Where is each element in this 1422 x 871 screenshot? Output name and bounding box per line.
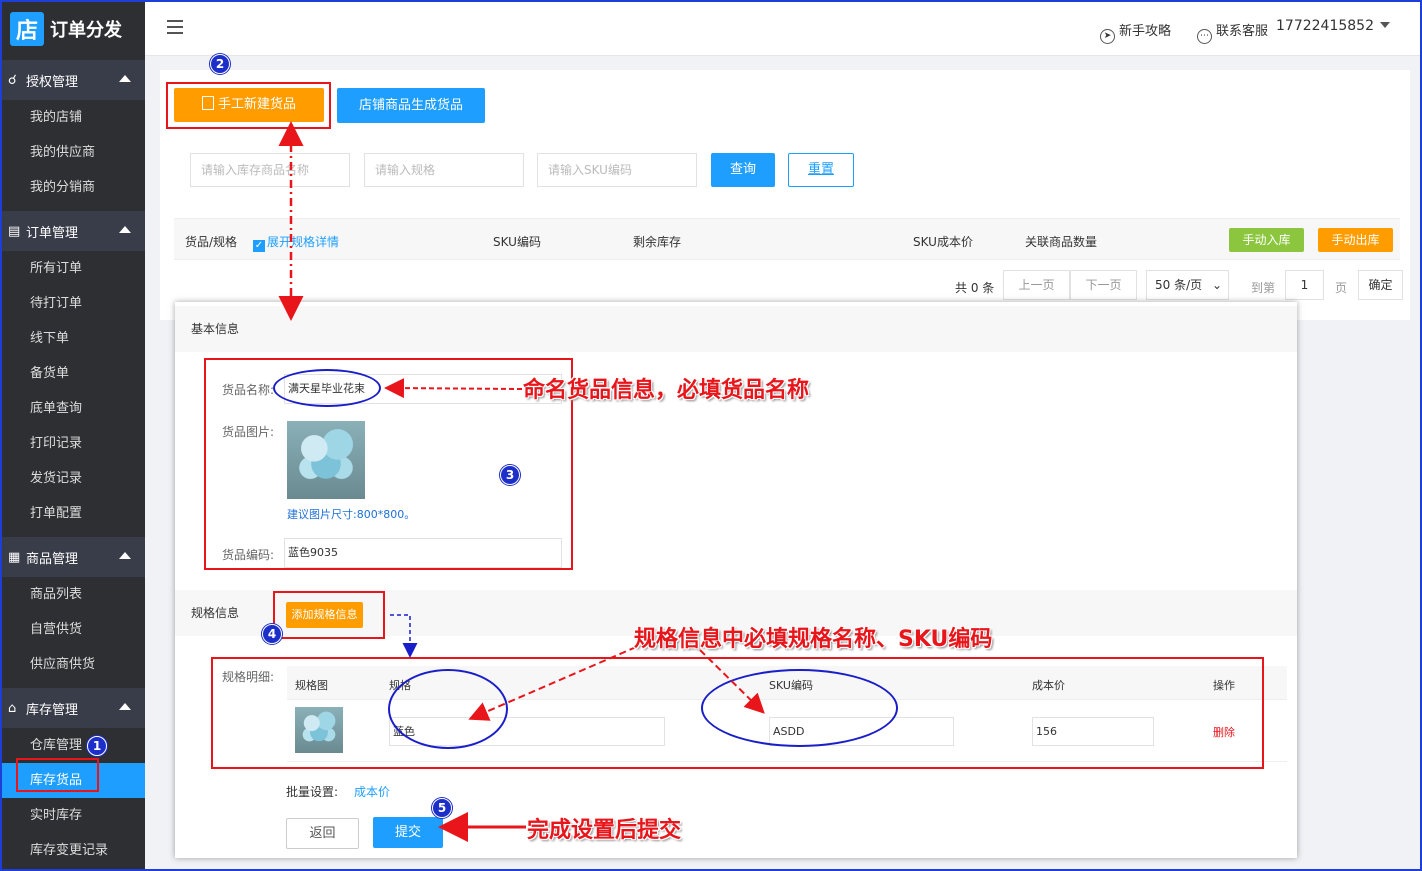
sidebar-item-my-supplier[interactable]: 我的供应商 bbox=[2, 135, 145, 170]
sidebar-item-my-shop[interactable]: 我的店铺 bbox=[2, 100, 145, 135]
step-badge-5: 5 bbox=[432, 798, 452, 818]
annotation-submit: 完成设置后提交 bbox=[527, 818, 682, 843]
sidebar-item-stock-list[interactable]: 备货单 bbox=[2, 356, 145, 391]
guide-link[interactable]: ➤ 新手攻略 bbox=[1100, 20, 1171, 44]
user-menu[interactable]: 17722415852 bbox=[1276, 18, 1390, 34]
home-icon: ⌂ bbox=[8, 700, 17, 716]
menu-toggle-icon[interactable] bbox=[167, 20, 183, 34]
app-logo[interactable]: 店 订单分发 bbox=[2, 2, 145, 56]
next-page-button[interactable]: 下一页 bbox=[1070, 270, 1137, 300]
sidebar-item-print-log[interactable]: 打印记录 bbox=[2, 426, 145, 461]
sidebar-item-stock-changes[interactable]: 库存变更记录 bbox=[2, 833, 145, 868]
page-input[interactable]: 1 bbox=[1285, 270, 1324, 300]
manual-in-button[interactable]: 手动入库 bbox=[1229, 228, 1304, 252]
caret-up-icon bbox=[119, 226, 131, 233]
spec-info-title: 规格信息 bbox=[191, 606, 240, 620]
submit-button[interactable]: 提交 bbox=[373, 817, 443, 848]
chat-icon: ⋯ bbox=[1197, 29, 1212, 44]
sidebar-item-product-list[interactable]: 商品列表 bbox=[2, 577, 145, 612]
step-badge-3: 3 bbox=[500, 465, 520, 485]
user-icon: ☌ bbox=[8, 72, 17, 88]
back-button[interactable]: 返回 bbox=[286, 818, 359, 849]
page-unit-label: 页 bbox=[1335, 281, 1348, 295]
sku-search-input[interactable] bbox=[537, 153, 697, 187]
per-page-select[interactable]: 50 条/页 ⌄ bbox=[1146, 270, 1229, 300]
prev-page-button[interactable]: 上一页 bbox=[1003, 270, 1070, 300]
order-icon: ▤ bbox=[8, 223, 21, 239]
highlight-ellipse-name bbox=[273, 369, 381, 407]
sidebar: 店 订单分发 ☌ 授权管理 我的店铺 我的供应商 我的分销商 ▤ 订单管理 所有… bbox=[2, 2, 145, 869]
sidebar-item-ship-log[interactable]: 发货记录 bbox=[2, 461, 145, 496]
total-count: 共 0 条 bbox=[955, 281, 995, 295]
annotation-name-required: 命名货品信息，必填货品名称 bbox=[523, 378, 810, 403]
sidebar-group-label: 授权管理 bbox=[26, 74, 79, 90]
col-goods: 货品/规格 bbox=[185, 235, 238, 249]
step-badge-2: 2 bbox=[210, 54, 230, 74]
sidebar-item-self-supply[interactable]: 自营供货 bbox=[2, 612, 145, 647]
batch-cost-link[interactable]: 成本价 bbox=[354, 783, 390, 800]
add-spec-button[interactable]: 添加规格信息 bbox=[286, 602, 363, 628]
manual-out-button[interactable]: 手动出库 bbox=[1318, 228, 1393, 252]
expand-spec-toggle[interactable]: ✓ 展开规格详情 bbox=[253, 233, 339, 252]
col-linked: 关联商品数量 bbox=[1025, 235, 1098, 249]
highlight-box-basic-info bbox=[204, 358, 573, 570]
expand-spec-label: 展开规格详情 bbox=[267, 235, 340, 249]
sidebar-group-products[interactable]: ▦ 商品管理 bbox=[2, 537, 145, 577]
contact-label: 联系客服 bbox=[1216, 24, 1269, 39]
grid-icon: ▦ bbox=[8, 549, 21, 565]
chevron-down-icon: ⌄ bbox=[1211, 278, 1222, 292]
sidebar-group-label: 订单管理 bbox=[26, 225, 79, 241]
highlight-ellipse-spec bbox=[388, 669, 508, 749]
sidebar-group-orders[interactable]: ▤ 订单管理 bbox=[2, 211, 145, 251]
contact-link[interactable]: ⋯ 联系客服 bbox=[1197, 20, 1268, 44]
caret-up-icon bbox=[119, 75, 131, 82]
compass-icon: ➤ bbox=[1100, 29, 1115, 44]
goto-confirm-button[interactable]: 确定 bbox=[1358, 270, 1403, 300]
sidebar-group-label: 库存管理 bbox=[26, 702, 79, 718]
guide-label: 新手攻略 bbox=[1119, 24, 1172, 39]
annotation-spec-required: 规格信息中必填规格名称、SKU编码 bbox=[634, 627, 993, 652]
highlight-box-stock-goods bbox=[16, 758, 99, 792]
sidebar-item-base-query[interactable]: 底单查询 bbox=[2, 391, 145, 426]
sidebar-item-pending-print[interactable]: 待打订单 bbox=[2, 286, 145, 321]
sidebar-item-my-distributor[interactable]: 我的分销商 bbox=[2, 170, 145, 205]
col-stock: 剩余库存 bbox=[633, 235, 682, 249]
query-button[interactable]: 查询 bbox=[711, 153, 775, 187]
logo-icon: 店 bbox=[10, 12, 44, 46]
reset-button[interactable]: 重置 bbox=[788, 153, 854, 187]
step-badge-1: 1 bbox=[87, 736, 107, 756]
sidebar-item-print-config[interactable]: 打单配置 bbox=[2, 496, 145, 531]
col-sku: SKU编码 bbox=[493, 235, 541, 249]
basic-info-header: 基本信息 bbox=[175, 306, 1297, 352]
table-header: 货品/规格 ✓ 展开规格详情 SKU编码 剩余库存 SKU成本价 关联商品数量 手… bbox=[174, 218, 1400, 260]
sidebar-item-offline-orders[interactable]: 线下单 bbox=[2, 321, 145, 356]
inventory-panel: 手工新建货品 店铺商品生成货品 查询 重置 货品/规格 ✓展开规格详情 SKU编… bbox=[160, 70, 1410, 320]
col-cost: SKU成本价 bbox=[913, 235, 973, 249]
sidebar-item-realtime-stock[interactable]: 实时库存 bbox=[2, 798, 145, 833]
step-badge-4: 4 bbox=[262, 624, 282, 644]
caret-up-icon bbox=[119, 703, 131, 710]
per-page-value: 50 条/页 bbox=[1155, 278, 1203, 292]
sidebar-group-inventory[interactable]: ⌂ 库存管理 bbox=[2, 688, 145, 728]
goto-label: 到第 bbox=[1251, 281, 1276, 295]
app-title: 订单分发 bbox=[50, 20, 122, 41]
shop-generate-button[interactable]: 店铺商品生成货品 bbox=[337, 88, 485, 123]
spec-search-input[interactable] bbox=[364, 153, 524, 187]
goods-name-search-input[interactable] bbox=[190, 153, 350, 187]
sidebar-group-label: 商品管理 bbox=[26, 551, 79, 567]
caret-up-icon bbox=[119, 552, 131, 559]
highlight-ellipse-sku bbox=[701, 669, 898, 747]
sidebar-group-auth[interactable]: ☌ 授权管理 bbox=[2, 60, 145, 100]
top-header: ➤ 新手攻略 ⋯ 联系客服 17722415852 bbox=[145, 2, 1420, 56]
batch-setting-label: 批量设置: bbox=[286, 785, 339, 799]
sidebar-item-all-orders[interactable]: 所有订单 bbox=[2, 251, 145, 286]
sidebar-item-supplier-supply[interactable]: 供应商供货 bbox=[2, 647, 145, 682]
highlight-box-create bbox=[166, 82, 331, 129]
checkbox-icon: ✓ bbox=[253, 240, 265, 252]
